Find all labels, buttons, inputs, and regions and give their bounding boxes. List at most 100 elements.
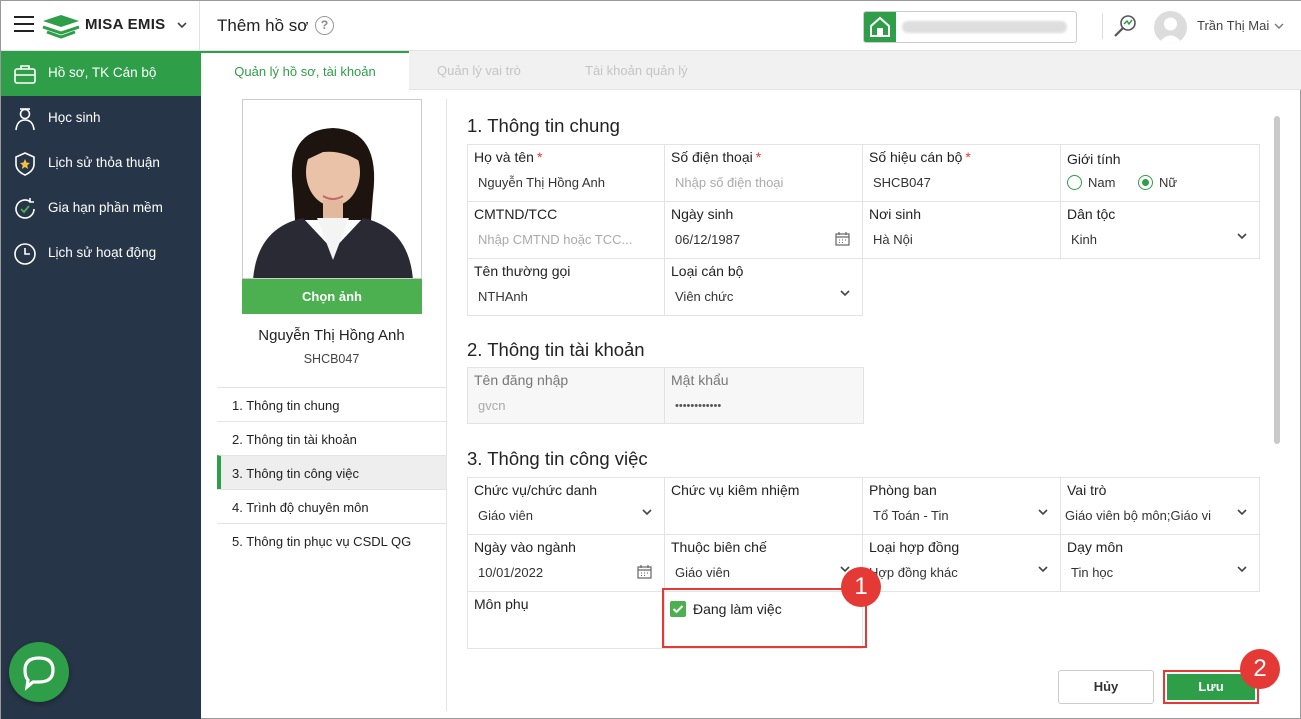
select-subject[interactable]: Tin học: [1071, 565, 1113, 580]
field-subject[interactable]: Dạy môn Tin học: [1061, 535, 1260, 592]
profile-photo: [242, 99, 422, 279]
label-staff-code: Số hiệu cán bộ: [869, 149, 963, 165]
input-start-date[interactable]: 10/01/2022: [478, 565, 543, 580]
label-dob: Ngày sinh: [671, 206, 734, 222]
sidebar-item-label: Gia hạn phần mềm: [48, 200, 163, 215]
school-selector[interactable]: [863, 11, 1077, 43]
chevron-down-icon[interactable]: [838, 286, 852, 300]
label-phone: Số điện thoại: [671, 149, 753, 165]
input-staff-code[interactable]: SHCB047: [873, 175, 931, 190]
field-birthplace[interactable]: Nơi sinh Hà Nội: [863, 202, 1061, 259]
chevron-down-icon[interactable]: [1036, 562, 1050, 576]
radio-male[interactable]: [1067, 175, 1082, 190]
label-payroll: Thuộc biên chế: [671, 539, 767, 555]
field-staff-code[interactable]: Số hiệu cán bộ * SHCB047: [863, 144, 1061, 202]
select-staff-type[interactable]: Viên chức: [675, 289, 733, 304]
sidebar-item-staff-profile[interactable]: Hồ sơ, TK Cán bộ: [1, 51, 201, 96]
field-nickname[interactable]: Tên thường gọi NTHAnh: [467, 259, 665, 316]
section-link-account[interactable]: 2. Thông tin tài khoản: [217, 421, 446, 455]
chevron-down-icon[interactable]: [1235, 562, 1249, 576]
section-link-national-db[interactable]: 5. Thông tin phục vụ CSDL QG: [217, 523, 446, 557]
section-link-qualification[interactable]: 4. Trình độ chuyên môn: [217, 489, 446, 523]
choose-photo-button[interactable]: Chọn ảnh: [242, 279, 422, 314]
working-checkbox[interactable]: [670, 601, 686, 617]
column-divider: [446, 99, 447, 711]
input-nickname[interactable]: NTHAnh: [478, 289, 528, 304]
input-password: ••••••••••••: [675, 400, 722, 412]
sidebar-item-label: Hồ sơ, TK Cán bộ: [48, 65, 157, 80]
radio-female-label[interactable]: Nữ: [1159, 175, 1177, 190]
school-name-blurred: [902, 21, 1067, 33]
field-id-card[interactable]: CMTND/TCC Nhập CMTND hoặc TCC...: [467, 202, 665, 259]
header-divider: [199, 1, 200, 51]
field-position[interactable]: Chức vụ/chức danh Giáo viên: [467, 477, 665, 535]
calendar-icon[interactable]: [637, 565, 652, 579]
label-position: Chức vụ/chức danh: [474, 482, 598, 498]
field-staff-type[interactable]: Loại cán bộ Viên chức: [665, 259, 863, 316]
chevron-down-icon[interactable]: [1235, 505, 1249, 519]
sidebar-item-label: Học sinh: [48, 110, 101, 125]
label-contract-type: Loại hợp đồng: [869, 539, 960, 555]
calendar-icon[interactable]: [835, 232, 850, 246]
radio-female[interactable]: [1138, 175, 1153, 190]
tab-manager-account[interactable]: Tài khoản quản lý: [585, 63, 688, 78]
select-role[interactable]: Giáo viên bộ môn;Giáo vi: [1065, 508, 1235, 523]
field-sub-subject[interactable]: Môn phụ: [467, 592, 665, 649]
scrollbar-thumb[interactable]: [1274, 116, 1280, 444]
input-birthplace[interactable]: Hà Nội: [873, 232, 913, 247]
select-payroll[interactable]: Giáo viên: [675, 565, 730, 580]
section-title-general: 1. Thông tin chung: [467, 115, 620, 136]
input-phone[interactable]: Nhập số điện thoại: [675, 175, 783, 190]
input-id-card[interactable]: Nhập CMTND hoặc TCC...: [478, 232, 632, 247]
student-icon: [15, 108, 35, 131]
field-dob[interactable]: Ngày sinh 06/12/1987: [665, 202, 863, 259]
field-contract-type[interactable]: Loại hợp đồng Hợp đồng khác: [863, 535, 1061, 592]
field-full-name[interactable]: Họ và tên * Nguyễn Thị Hồng Anh: [467, 144, 665, 202]
label-birthplace: Nơi sinh: [869, 206, 921, 222]
field-payroll[interactable]: Thuộc biên chế Giáo viên: [665, 535, 863, 592]
cancel-button[interactable]: Hủy: [1058, 670, 1154, 704]
sidebar-item-software-renewal[interactable]: Gia hạn phần mềm: [1, 186, 201, 231]
sidebar-item-agreement-history[interactable]: Lịch sử thỏa thuận: [1, 141, 201, 186]
user-name[interactable]: Trần Thị Mai: [1197, 18, 1269, 33]
header-divider: [1102, 13, 1103, 39]
radio-male-label[interactable]: Nam: [1088, 175, 1115, 190]
sidebar-item-students[interactable]: Học sinh: [1, 96, 201, 141]
field-phone[interactable]: Số điện thoại * Nhập số điện thoại: [665, 144, 863, 202]
section-link-job[interactable]: 3. Thông tin công việc: [217, 455, 446, 489]
input-full-name[interactable]: Nguyễn Thị Hồng Anh: [478, 175, 605, 190]
search-icon[interactable]: [1112, 13, 1138, 39]
sidebar-item-activity-history[interactable]: Lịch sử hoạt động: [1, 231, 201, 276]
field-department[interactable]: Phòng ban Tổ Toán - Tin: [863, 477, 1061, 535]
select-ethnicity[interactable]: Kinh: [1071, 232, 1097, 247]
general-form: Họ và tên * Nguyễn Thị Hồng Anh Số điện t…: [467, 144, 1260, 316]
field-role[interactable]: Vai trò Giáo viên bộ môn;Giáo vi: [1061, 477, 1260, 535]
tab-role-management[interactable]: Quản lý vai trò: [437, 63, 521, 78]
field-ethnicity[interactable]: Dân tộc Kinh: [1061, 202, 1260, 259]
chevron-down-icon[interactable]: [1036, 505, 1050, 519]
field-start-date[interactable]: Ngày vào ngành 10/01/2022: [467, 535, 665, 592]
label-concurrent-position: Chức vụ kiêm nhiệm: [671, 482, 800, 498]
input-dob[interactable]: 06/12/1987: [675, 232, 740, 247]
chevron-down-icon[interactable]: [1235, 229, 1249, 243]
account-form: Tên đăng nhập gvcn Mật khẩu ••••••••••••: [467, 367, 864, 424]
required-mark: *: [536, 149, 543, 165]
label-staff-type: Loại cán bộ: [671, 263, 744, 279]
field-password: Mật khẩu ••••••••••••: [665, 367, 864, 424]
brand-name: MISA EMIS: [85, 16, 166, 33]
select-department[interactable]: Tổ Toán - Tin: [873, 508, 949, 523]
tab-profile-management[interactable]: Quản lý hồ sơ, tài khoản: [201, 51, 409, 91]
working-checkbox-label[interactable]: Đang làm việc: [693, 601, 782, 617]
section-title-job: 3. Thông tin công việc: [467, 448, 648, 469]
field-concurrent-position[interactable]: Chức vụ kiêm nhiệm: [665, 477, 863, 535]
avatar[interactable]: [1154, 11, 1187, 44]
chevron-down-icon[interactable]: [1273, 16, 1285, 36]
select-position[interactable]: Giáo viên: [478, 508, 533, 523]
select-contract-type[interactable]: Hợp đồng khác: [869, 565, 958, 580]
chat-button[interactable]: [9, 642, 69, 702]
chevron-down-icon[interactable]: [640, 505, 654, 519]
hamburger-menu-icon[interactable]: [14, 16, 34, 34]
help-icon[interactable]: ?: [315, 16, 334, 35]
chevron-down-icon[interactable]: [176, 15, 188, 35]
section-link-general[interactable]: 1. Thông tin chung: [217, 387, 446, 421]
